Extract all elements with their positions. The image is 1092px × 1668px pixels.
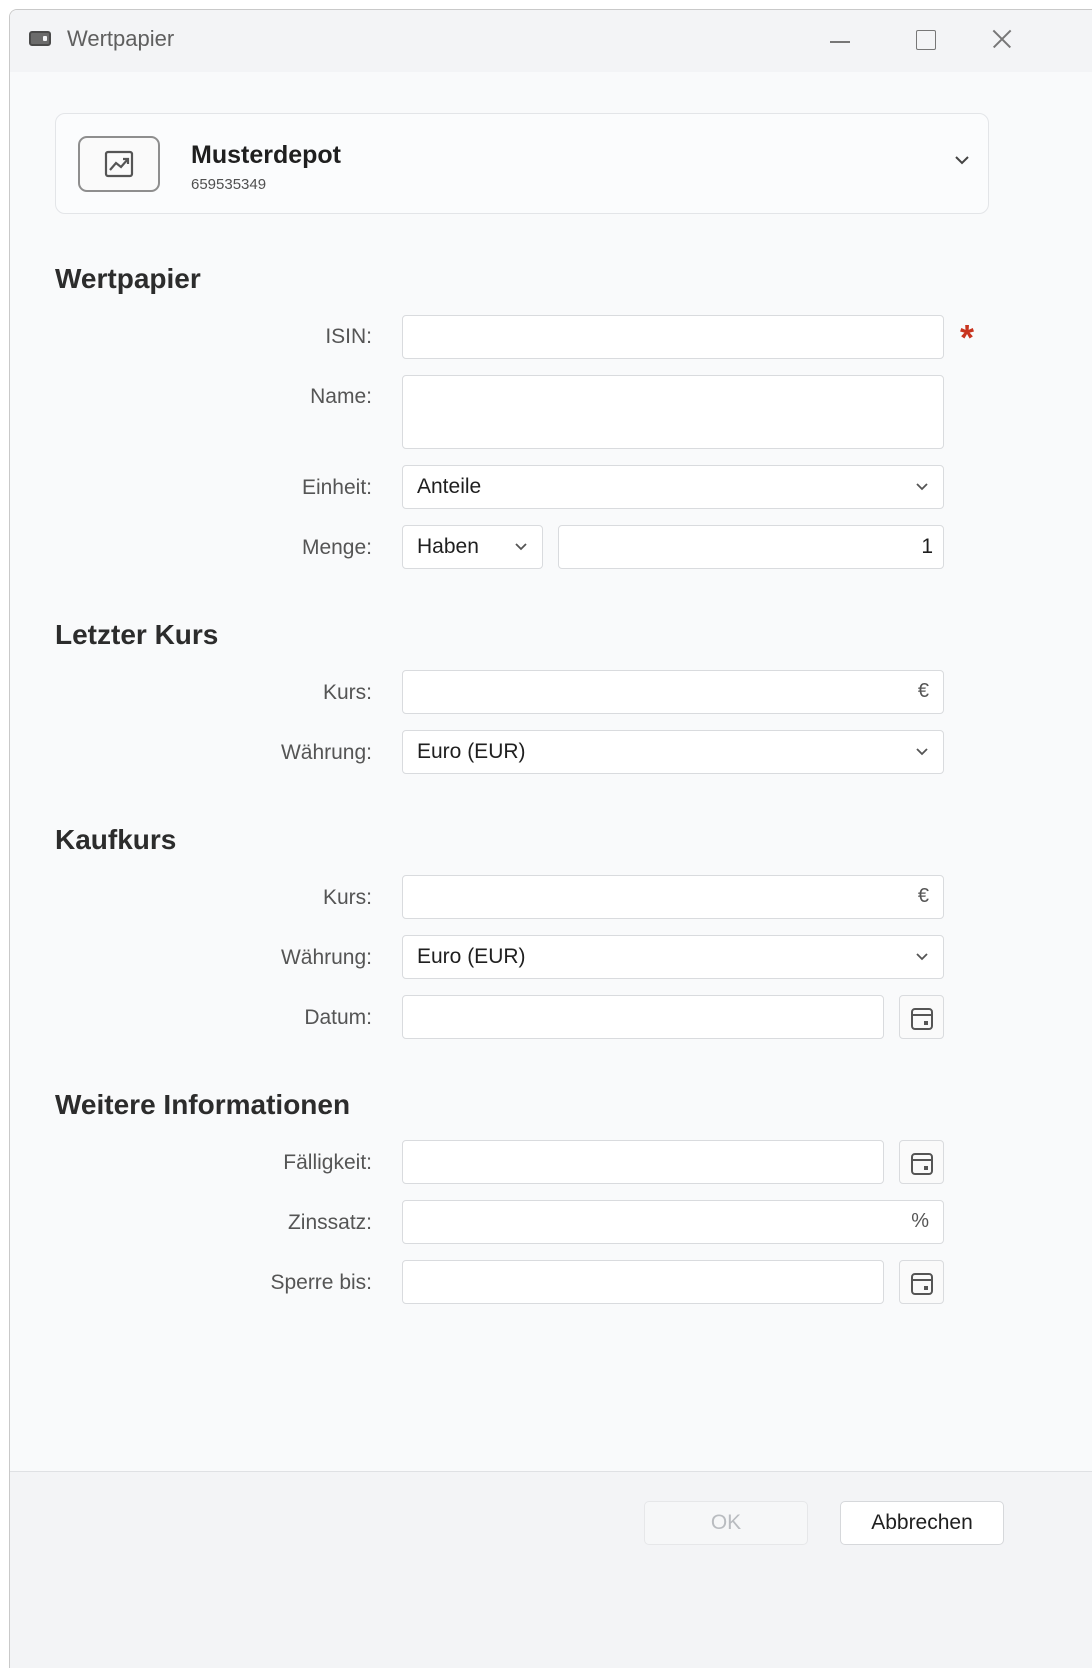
section-title-purchase-price: Kaufkurs [55, 824, 177, 855]
section-title-security: Wertpapier [55, 263, 201, 294]
blocked-until-picker-button[interactable] [899, 1260, 944, 1304]
quantity-value: 1 [921, 535, 933, 558]
purchase-price-label: Kurs: [322, 886, 372, 909]
last-currency-value: Euro (EUR) [417, 740, 526, 763]
maximize-button[interactable] [882, 10, 968, 72]
percent-suffix: % [911, 1210, 929, 1232]
title-bar: Wertpapier [10, 10, 1092, 72]
calendar-icon [911, 1008, 933, 1030]
last-price-input[interactable]: € [402, 670, 944, 714]
quantity-side-value: Haben [417, 535, 479, 558]
section-title-last-price: Letzter Kurs [55, 619, 219, 650]
currency-suffix: € [917, 885, 929, 907]
unit-select[interactable]: Anteile [402, 465, 944, 509]
isin-label: ISIN: [325, 325, 372, 348]
window-icon [29, 31, 51, 46]
account-name: Musterdepot [191, 141, 341, 169]
cancel-button[interactable]: Abbrechen [840, 1501, 1004, 1545]
section-title-more-info: Weitere Informationen [55, 1089, 351, 1120]
window-title: Wertpapier [67, 26, 175, 51]
dialog-window: Wertpapier Musterdepot 659535349 Wertpap… [9, 9, 1092, 1668]
calendar-icon [911, 1273, 933, 1295]
minimize-button[interactable] [796, 10, 882, 72]
quantity-input[interactable]: 1 [558, 525, 944, 569]
chevron-down-icon [515, 543, 527, 551]
unit-value: Anteile [417, 475, 482, 498]
ok-button[interactable]: OK [644, 1501, 808, 1545]
chevron-down-icon [916, 748, 928, 756]
date-input[interactable] [402, 995, 884, 1039]
purchase-currency-select[interactable]: Euro (EUR) [402, 935, 944, 979]
date-label: Datum: [304, 1006, 372, 1029]
maturity-picker-button[interactable] [899, 1140, 944, 1184]
date-picker-button[interactable] [899, 995, 944, 1039]
quantity-label: Menge: [301, 536, 372, 559]
name-label: Name: [310, 385, 372, 408]
currency-suffix: € [917, 680, 929, 702]
unit-label: Einheit: [301, 476, 372, 499]
maturity-input[interactable] [402, 1140, 884, 1184]
close-button[interactable] [967, 10, 1053, 72]
purchase-currency-label: Währung: [280, 946, 372, 969]
quantity-side-select[interactable]: Haben [402, 525, 543, 569]
purchase-price-input[interactable]: € [402, 875, 944, 919]
isin-input[interactable] [402, 315, 944, 359]
chart-trend-icon [104, 150, 134, 178]
account-selector[interactable]: Musterdepot 659535349 [55, 113, 989, 214]
interest-rate-label: Zinssatz: [287, 1211, 372, 1234]
chevron-down-icon [916, 483, 928, 491]
blocked-until-label: Sperre bis: [270, 1271, 372, 1294]
last-currency-select[interactable]: Euro (EUR) [402, 730, 944, 774]
chevron-down-icon [916, 953, 928, 961]
maturity-label: Fälligkeit: [283, 1151, 372, 1174]
blocked-until-input[interactable] [402, 1260, 884, 1304]
chevron-down-icon [955, 156, 969, 165]
calendar-icon [911, 1153, 933, 1175]
account-icon-box [78, 136, 160, 192]
name-input[interactable] [402, 375, 944, 449]
last-currency-label: Währung: [280, 741, 372, 764]
interest-rate-input[interactable]: % [402, 1200, 944, 1244]
purchase-currency-value: Euro (EUR) [417, 945, 526, 968]
last-price-label: Kurs: [322, 681, 372, 704]
account-number: 659535349 [191, 176, 267, 193]
required-marker: * [960, 317, 975, 358]
